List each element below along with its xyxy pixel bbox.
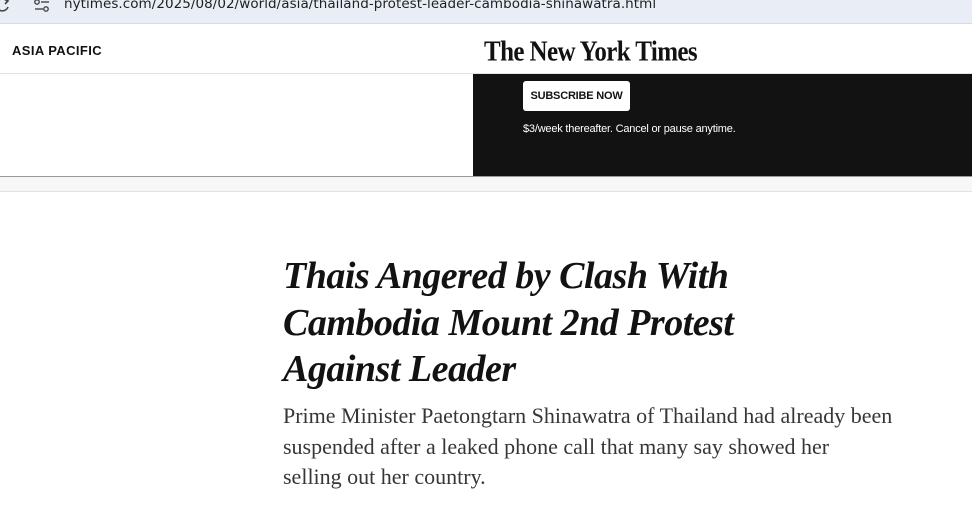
nyt-logo[interactable]: The New York Times xyxy=(484,37,698,68)
browser-address-bar: nytimes.com/2025/08/02/world/asia/thaila… xyxy=(0,0,972,24)
subscribe-button[interactable]: SUBSCRIBE NOW xyxy=(523,81,630,111)
divider-band xyxy=(0,177,972,192)
site-header: ASIA PACIFIC The New York Times xyxy=(0,31,972,74)
section-link[interactable]: ASIA PACIFIC xyxy=(12,43,102,58)
site-info-icon[interactable] xyxy=(33,0,51,14)
url-field[interactable]: nytimes.com/2025/08/02/world/asia/thaila… xyxy=(64,0,656,12)
subscribe-banner-row: SUBSCRIBE NOW $3/week thereafter. Cancel… xyxy=(0,74,972,177)
subscribe-banner: SUBSCRIBE NOW $3/week thereafter. Cancel… xyxy=(473,74,972,176)
subscribe-note: $3/week thereafter. Cancel or pause anyt… xyxy=(523,123,736,135)
article-headline: Thais Angered by Clash With Cambodia Mou… xyxy=(283,255,734,390)
article-summary: Prime Minister Paetongtarn Shinawatra of… xyxy=(283,403,893,489)
reload-icon[interactable] xyxy=(0,0,10,14)
